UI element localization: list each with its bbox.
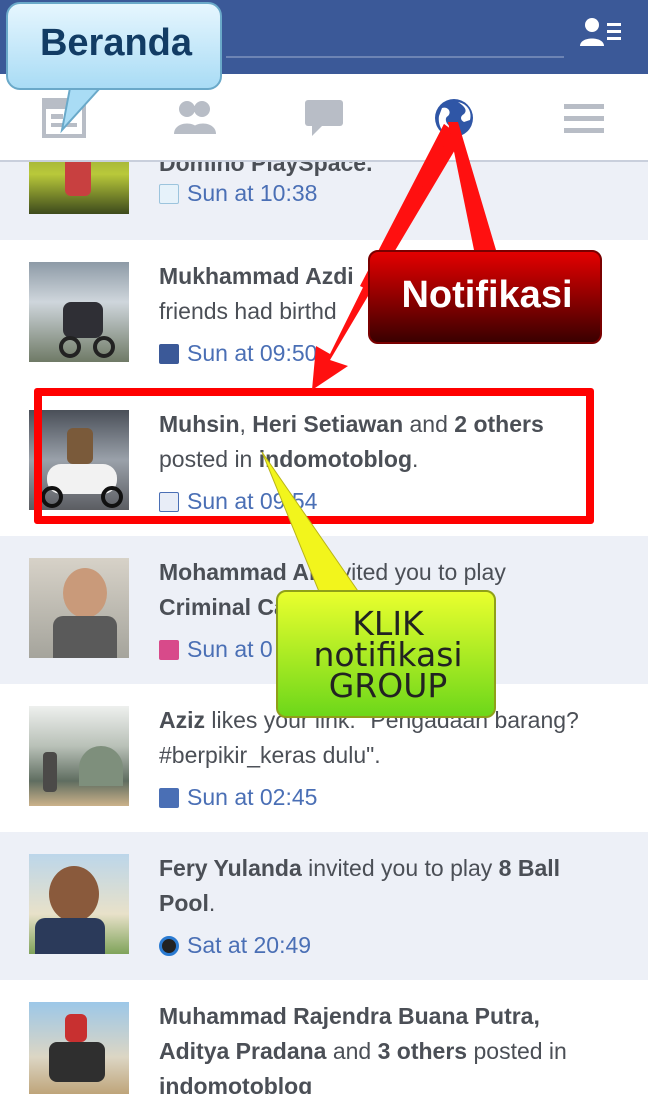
notifikasi-callout: Notifikasi [368, 250, 602, 344]
klik-text: KLIK notifikasi GROUP [313, 604, 463, 705]
annotation-arrows [60, 87, 496, 595]
klik-callout: KLIK notifikasi GROUP [276, 590, 496, 718]
beranda-callout: Beranda [6, 2, 222, 90]
